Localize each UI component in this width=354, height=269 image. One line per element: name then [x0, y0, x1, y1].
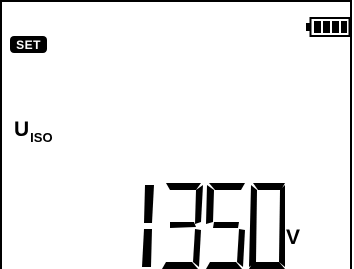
digit-5 [206, 183, 245, 269]
set-indicator: SET [10, 36, 47, 53]
set-label: SET [16, 37, 41, 52]
digit-3 [162, 183, 203, 269]
reading-value [142, 183, 285, 269]
parameter-subscript: ISO [30, 130, 53, 145]
digit-1 [142, 185, 154, 267]
parameter-symbol: U [14, 118, 30, 141]
parameter-label: UISO [14, 118, 53, 145]
battery-icon [306, 17, 350, 37]
reading-unit: V [286, 226, 301, 249]
digit-0 [249, 183, 285, 269]
